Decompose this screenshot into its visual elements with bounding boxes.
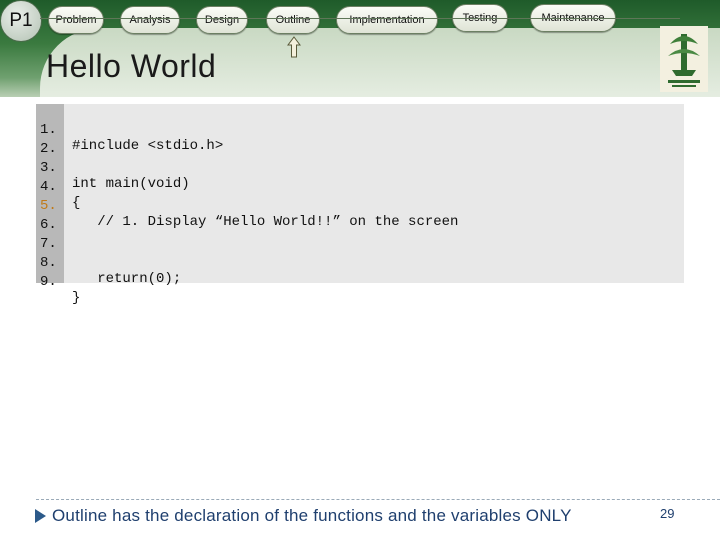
stage-implementation[interactable]: Implementation bbox=[336, 6, 438, 34]
code-line: 6. bbox=[36, 201, 686, 233]
stage-analysis[interactable]: Analysis bbox=[120, 6, 180, 34]
code-line: 5. // 1. Display “Hello World!!” on the … bbox=[36, 182, 686, 230]
process-stages: Problem Analysis Design Outline Implemen… bbox=[0, 0, 720, 40]
line-number: 9. bbox=[40, 274, 57, 290]
footer-note: Outline has the declaration of the funct… bbox=[52, 506, 572, 525]
bullet-arrow-icon bbox=[35, 509, 46, 523]
page-title: Hello World bbox=[46, 48, 217, 84]
code-line: 1. #include <stdio.h> bbox=[36, 106, 686, 154]
stage-outline[interactable]: Outline bbox=[266, 6, 320, 34]
university-logo-icon bbox=[660, 26, 708, 92]
code-text: } bbox=[72, 290, 81, 306]
stage-connector bbox=[40, 18, 680, 19]
page-number: 29 bbox=[660, 506, 675, 521]
code-line: 3. int main(void) bbox=[36, 144, 686, 192]
up-arrow-icon bbox=[287, 36, 301, 58]
code-line: 9. } bbox=[36, 258, 686, 306]
code-line: 4. { bbox=[36, 163, 686, 211]
code-line: 8. return(0); bbox=[36, 239, 686, 287]
stage-problem[interactable]: Problem bbox=[48, 6, 104, 34]
code-line: 7. bbox=[36, 220, 686, 252]
footer-divider bbox=[36, 499, 720, 500]
stage-design[interactable]: Design bbox=[196, 6, 248, 34]
code-line: 2. bbox=[36, 125, 686, 157]
